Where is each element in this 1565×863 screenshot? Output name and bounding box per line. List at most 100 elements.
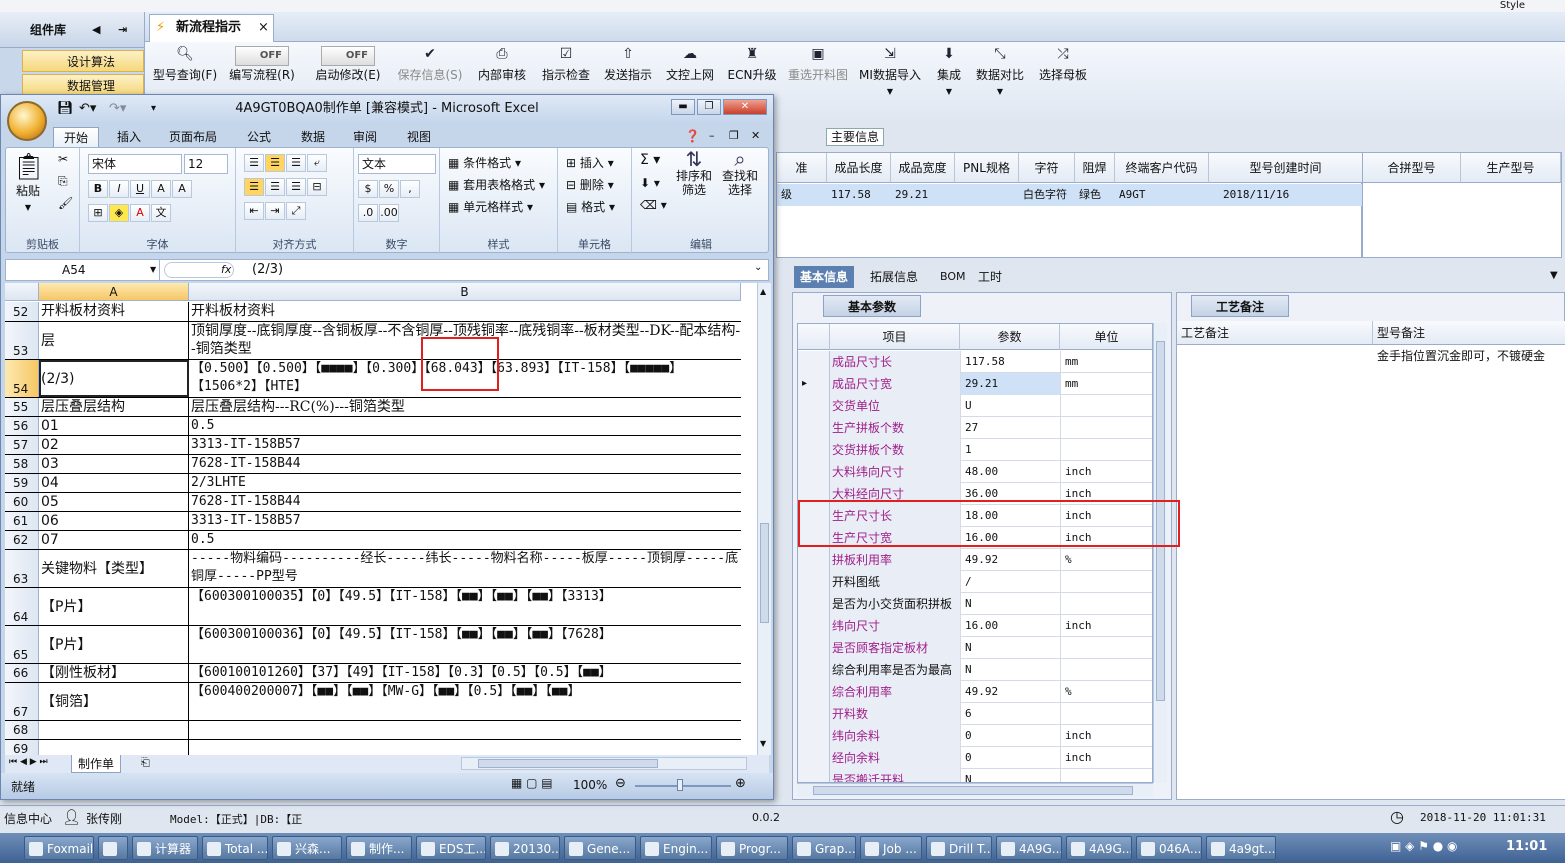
view-mode-icons[interactable]: ▦ ▢ ▤ [511,776,553,790]
zoom-level[interactable]: 100% [573,778,607,792]
cell-b[interactable]: 【600400200007】【■■】【■■】【MW-G】【■■】【0.5】【■■… [189,683,741,720]
tab-formulas[interactable]: 公式 [237,127,281,147]
param-value[interactable]: 48.00 [960,461,1060,483]
tab-page-layout[interactable]: 页面布局 [159,127,227,147]
param-value[interactable]: 16.00 [960,615,1060,637]
vertical-scrollbar[interactable] [1153,323,1167,783]
align-center-button[interactable]: ☰ [265,178,285,196]
redo-icon[interactable]: ↷▾ [109,95,126,123]
taskbar-button[interactable]: Progr... [716,836,788,860]
left-item-design-algorithm[interactable]: 设计算法 [22,50,144,72]
scroll-down-icon[interactable]: ▼ [760,739,766,748]
row-header[interactable]: 66 [5,664,39,682]
cell-b[interactable]: 0.5 [189,417,741,435]
param-value[interactable]: / [960,571,1060,593]
row-header[interactable]: 65 [5,626,39,663]
fill-color-button[interactable]: ◈ [109,204,129,222]
scrollbar-thumb[interactable] [813,786,1133,795]
param-row[interactable]: 生产拼板个数 27 [798,417,1152,439]
toggle-switch[interactable]: OFF [321,46,375,66]
cell-styles-button[interactable]: ▦ 单元格样式 ▾ [448,198,533,215]
cell-a[interactable]: 【铜箔】 [39,683,189,720]
delete-cells-button[interactable]: ⊟ 删除 ▾ [566,176,614,193]
taskbar-button[interactable]: 4A9G... [996,836,1062,860]
cell-a[interactable]: 03 [39,455,189,473]
cell-b[interactable]: -----物料编码----------经长-----纬长-----物料名称---… [189,550,741,587]
zoom-slider[interactable] [635,785,731,787]
row-selector[interactable] [798,615,830,637]
cell-b[interactable] [189,740,741,755]
grid-cell[interactable]: 29.21 [891,184,955,206]
info-center-label[interactable]: 信息中心 [4,810,52,827]
ribbon-close-icon[interactable]: ✕ [751,129,760,142]
row-selector[interactable] [798,703,830,725]
row-selector[interactable]: ▸ [798,373,830,395]
column-header-a[interactable]: A [39,283,189,301]
merge-cells-button[interactable]: ⊟ [307,178,327,196]
param-value[interactable]: 29.21 [960,373,1060,395]
row-header[interactable]: 67 [5,683,39,720]
param-row[interactable]: 开料图纸 / [798,571,1152,593]
format-as-table-button[interactable]: ▦ 套用表格格式 ▾ [448,176,545,193]
clear-icon[interactable]: ⌫ ▾ [640,198,667,212]
cell-a[interactable]: 07 [39,531,189,549]
mi-data-import-button[interactable]: ⇲ MI数据导入 ▼ [857,46,923,106]
format-painter-icon[interactable]: 🖌︎ [58,196,73,210]
format-cells-button[interactable]: ▤ 格式 ▾ [566,198,615,215]
orientation-button[interactable]: ⤢ [286,202,306,220]
row-selector[interactable] [798,461,830,483]
tab-view[interactable]: 视图 [397,127,441,147]
dropdown-icon[interactable]: ▼ [887,87,893,96]
row-header[interactable]: 68 [5,721,39,739]
formula-input[interactable]: (2/3) [252,260,283,280]
row-header[interactable]: 52 [5,302,39,321]
param-row[interactable]: 交货拼板个数 1 [798,439,1152,461]
row-header[interactable]: 63 [5,550,39,587]
param-value[interactable]: 49.92 [960,681,1060,703]
horizontal-scrollbar[interactable] [797,783,1153,797]
grid-header[interactable]: 生产型号 [1461,153,1561,183]
shrink-font-button[interactable]: A [172,180,192,198]
sheet-tab[interactable]: 制作单 [71,755,122,773]
tray-icons[interactable]: ▣ ◈ ⚑ ● ◉ [1390,839,1458,853]
param-row[interactable]: 开料数 6 [798,703,1152,725]
param-value[interactable]: 6 [960,703,1060,725]
model-remark-text[interactable]: 金手指位置沉金即可，不镀硬金 [1377,347,1565,365]
tab-data[interactable]: 数据 [291,127,335,147]
col-header-craft-remark[interactable]: 工艺备注 [1177,321,1373,345]
taskbar-button[interactable] [98,836,128,860]
minimize-button[interactable]: ▬ [671,99,695,115]
row-selector[interactable] [798,769,830,782]
cell-a[interactable]: 层压叠层结构 [39,398,189,416]
tab-extended-info[interactable]: 拓展信息 [864,266,924,288]
taskbar-button[interactable]: 兴森... [272,836,342,860]
row-selector[interactable] [798,417,830,439]
save-icon[interactable]: 💾︎ [57,95,74,123]
excel-title-bar[interactable]: 💾︎ ↶▾ ↷▾ ▾ 4A9GT0BQA0制作单 [兼容模式] - Micros… [1,95,773,123]
taskbar-button[interactable]: 4A9G... [1066,836,1132,860]
insert-cells-button[interactable]: ⊞ 插入 ▾ [566,154,614,171]
cell-a[interactable] [39,740,189,755]
border-button[interactable]: ⊞ [88,204,108,222]
expand-formula-icon[interactable]: ⌄ [754,262,762,273]
cell-a[interactable]: 05 [39,493,189,511]
row-header[interactable]: 60 [5,493,39,511]
zoom-slider-thumb[interactable] [677,779,683,791]
sheet-nav-icons[interactable]: ⏮ ◀ ▶ ⏭ [9,757,48,767]
taskbar-button[interactable]: Drill T... [926,836,992,860]
comma-button[interactable]: , [400,180,420,198]
grid-cell[interactable]: 2018/11/16 [1209,184,1363,206]
taskbar-button[interactable]: Engin... [640,836,712,860]
cell-a[interactable]: 关键物料【类型】 [39,550,189,587]
number-format-select[interactable]: 文本 [358,154,436,174]
toggle-switch[interactable]: OFF [235,46,289,66]
align-left-button[interactable]: ☰ [244,178,264,196]
row-header[interactable]: 54 [5,360,39,397]
taskbar-button[interactable]: Gene... [564,836,636,860]
param-row[interactable]: 是否搬迁开料 N [798,769,1152,782]
cell-a[interactable]: 02 [39,436,189,454]
autosum-icon[interactable]: Σ ▾ [640,152,660,168]
data-compare-button[interactable]: ⤡ 数据对比 ▼ [973,46,1027,106]
cell-a[interactable]: 04 [39,474,189,492]
fx-button[interactable]: fx [164,262,234,278]
